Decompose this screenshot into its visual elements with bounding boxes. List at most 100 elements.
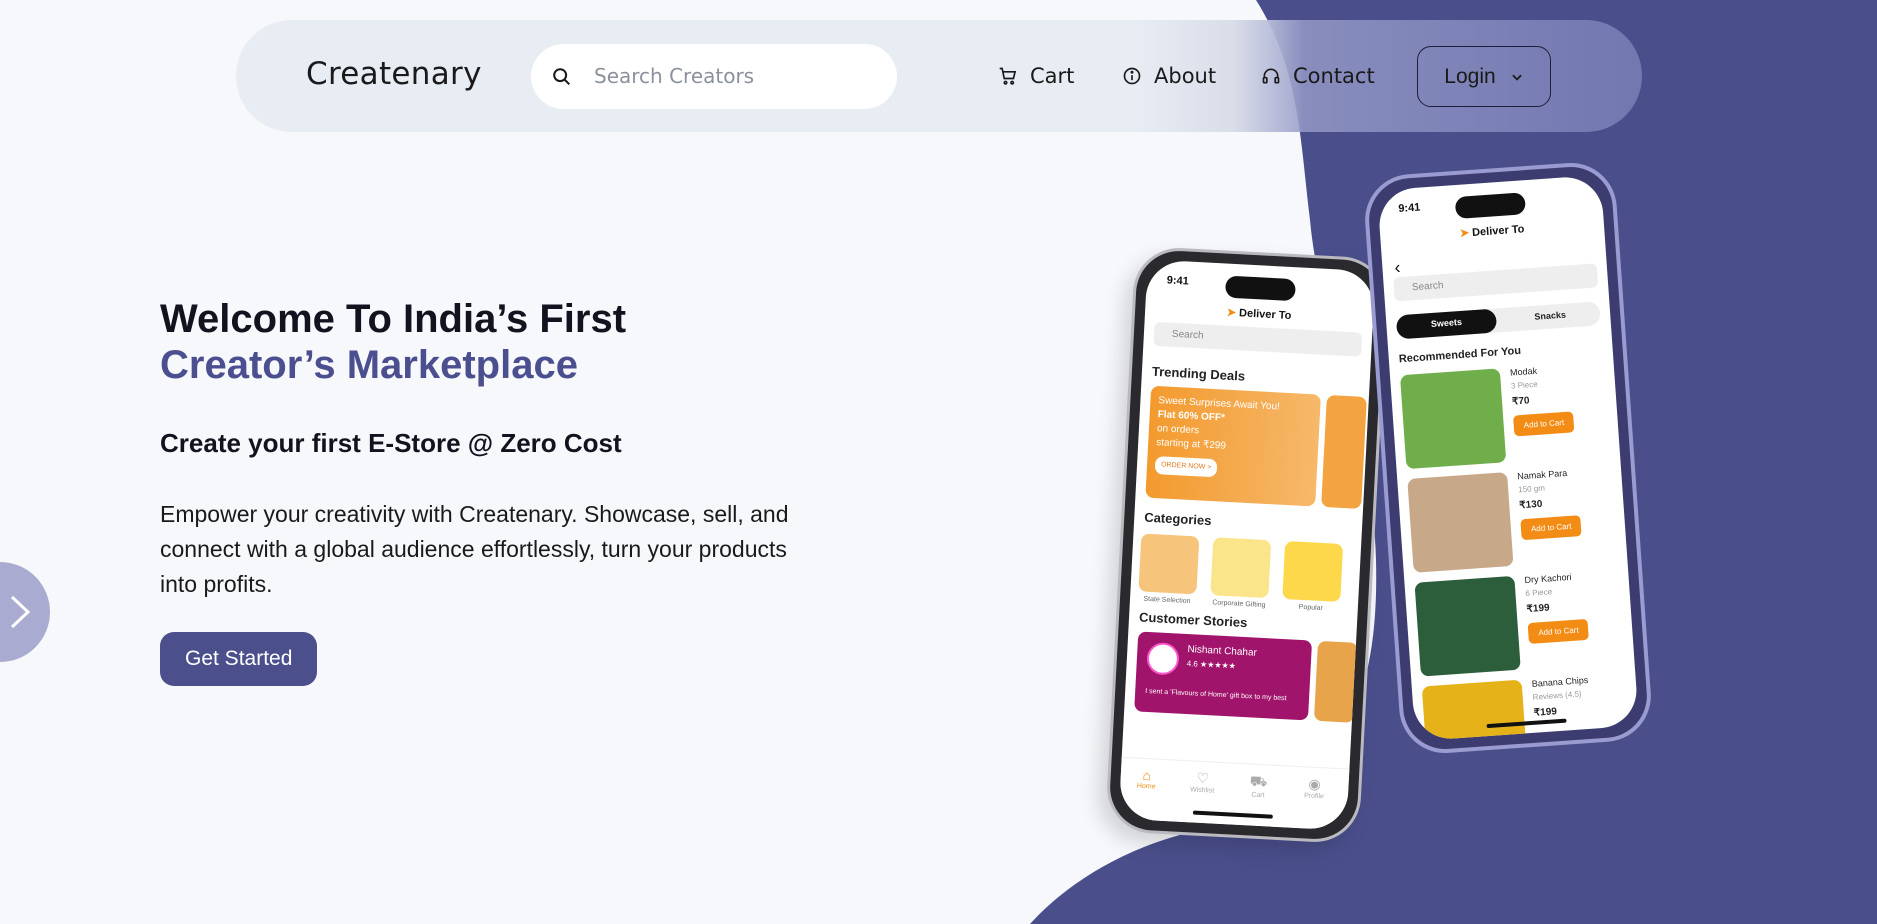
top-navbar: Createnary Cart About Contact Login: [236, 20, 1642, 132]
nav-about-link[interactable]: About: [1122, 60, 1216, 92]
add-to-cart-button: Add to Cart: [1513, 411, 1575, 437]
home-indicator: [1192, 810, 1273, 819]
tab-wishlist-label: Wishlist: [1189, 786, 1215, 795]
recommended-title: Recommended For You: [1398, 344, 1522, 366]
category-image: [1210, 537, 1272, 599]
heart-icon: ♡: [1196, 769, 1210, 787]
login-label: Login: [1444, 64, 1496, 88]
location-arrow-icon: ➤: [1226, 306, 1237, 320]
hero-subtitle: Create your first E-Store @ Zero Cost: [160, 428, 622, 458]
category-image: [1138, 533, 1200, 595]
tab-home: ⌂ Home: [1126, 766, 1167, 791]
category-label: State Selection: [1143, 595, 1191, 606]
hero-section: Welcome To India’s First Creator’s Marke…: [160, 296, 820, 686]
product-info: Banana Chips Reviews (4.5) ₹199: [1531, 675, 1590, 719]
phone-tabbar: ⌂ Home ♡ Wishlist ⛟ Cart ◉ Profile: [1118, 756, 1350, 831]
hero-title: Welcome To India’s First Creator’s Marke…: [160, 296, 820, 388]
categories-title: Categories: [1143, 509, 1212, 529]
phone-search: Search: [1153, 321, 1363, 357]
pill-sweets: Sweets: [1395, 308, 1498, 340]
nav-about-label: About: [1154, 64, 1217, 88]
nav-cart-link[interactable]: Cart: [998, 60, 1074, 92]
chevron-right-icon: [10, 595, 31, 629]
story-card: Nishant Chahar 4.6 ★★★★★ I sent a 'Flavo…: [1134, 631, 1313, 721]
hero-title-line1: Welcome To India’s First: [160, 297, 627, 341]
phone-screen-products: 9:41 ➤ Deliver To ‹ Search Sweets Snacks…: [1377, 174, 1639, 742]
product-info: Dry Kachori 6 Piece ₹199 Add to Cart: [1524, 571, 1590, 644]
product-info: Modak 3 Piece ₹70 Add to Cart: [1509, 363, 1575, 437]
info-icon: [1123, 67, 1141, 85]
location-arrow-icon: ➤: [1459, 227, 1470, 240]
product-sub: 3 Piece: [1510, 379, 1538, 391]
tab-wishlist: ♡ Wishlist: [1182, 769, 1223, 795]
deal-card: Sweet Surprises Await You! Flat 60% OFF*…: [1145, 385, 1321, 507]
brand-logo[interactable]: Createnary: [306, 56, 482, 92]
product-image: [1399, 368, 1507, 470]
tab-profile-label: Profile: [1303, 792, 1325, 801]
deal-card-partial: [1321, 394, 1367, 509]
login-dropdown-button[interactable]: Login: [1417, 46, 1551, 107]
story-card-partial: [1313, 640, 1359, 723]
add-to-cart-button: Add to Cart: [1520, 515, 1583, 541]
chevron-down-icon: [1511, 74, 1522, 81]
category-toggle: Sweets Snacks: [1395, 301, 1601, 340]
product-name: Namak Para: [1516, 467, 1568, 482]
nav-contact-link[interactable]: Contact: [1261, 60, 1375, 92]
back-chevron-icon: ‹: [1393, 257, 1402, 278]
product-price: ₹70: [1511, 395, 1530, 408]
product-image: [1414, 575, 1521, 677]
avatar: [1146, 641, 1180, 676]
tab-cart: ⛟ Cart: [1238, 772, 1279, 800]
order-now-button: ORDER NOW >: [1154, 456, 1218, 478]
hero-description: Empower your creativity with Createnary.…: [160, 501, 789, 597]
cart-icon: [999, 67, 1017, 85]
category-label: Popular: [1298, 603, 1324, 613]
home-icon: ⌂: [1142, 766, 1152, 784]
phone-search: Search: [1393, 263, 1599, 302]
category-label: Corporate Gifting: [1212, 599, 1266, 610]
product-price: ₹199: [1526, 602, 1550, 616]
nav-contact-label: Contact: [1293, 64, 1375, 88]
get-started-button[interactable]: Get Started: [160, 632, 318, 686]
search-input[interactable]: [594, 58, 874, 94]
dynamic-island: [1224, 275, 1296, 302]
tab-profile: ◉ Profile: [1294, 775, 1335, 801]
product-name: Modak: [1509, 365, 1538, 378]
story-text: I sent a 'Flavours of Home' gift box to …: [1145, 687, 1287, 703]
status-time: 9:41: [1166, 274, 1190, 288]
product-sub: 6 Piece: [1525, 587, 1553, 599]
product-image: [1421, 679, 1529, 742]
story-name: Nishant Chahar: [1187, 644, 1258, 659]
pill-snacks: Snacks: [1534, 309, 1567, 322]
product-name: Dry Kachori: [1524, 571, 1572, 586]
product-sub: Reviews (4.5): [1532, 689, 1582, 702]
headset-icon: [1262, 68, 1280, 84]
hero-title-line2: Creator’s Marketplace: [160, 343, 578, 387]
status-time: 9:41: [1397, 201, 1421, 216]
profile-icon: ◉: [1308, 775, 1322, 793]
stories-title: Customer Stories: [1138, 609, 1248, 631]
product-image: [1407, 472, 1514, 573]
product-price: ₹130: [1518, 498, 1543, 512]
product-info: Namak Para 150 gm ₹130 Add to Cart: [1516, 467, 1583, 541]
story-rating: 4.6 ★★★★★: [1186, 659, 1237, 671]
trending-title: Trending Deals: [1151, 363, 1246, 384]
category-image: [1282, 540, 1344, 602]
add-to-cart-button: Add to Cart: [1527, 618, 1590, 644]
cart-icon: ⛟: [1249, 772, 1268, 790]
search-icon: [553, 68, 571, 86]
product-sub: 150 gm: [1517, 483, 1546, 495]
phone-mockup-home: 9:41 ➤ Deliver To Search Trending Deals …: [1104, 245, 1390, 845]
deliver-to-label: Deliver To: [1471, 223, 1525, 239]
phone-mockup-products: 9:41 ➤ Deliver To ‹ Search Sweets Snacks…: [1362, 159, 1654, 757]
deliver-to: ➤ Deliver To: [1380, 217, 1604, 246]
product-price: ₹199: [1533, 706, 1558, 719]
deliver-to-label: Deliver To: [1238, 307, 1292, 323]
phone-screen-home: 9:41 ➤ Deliver To Search Trending Deals …: [1118, 259, 1376, 831]
search-bar[interactable]: [531, 44, 897, 109]
nav-cart-label: Cart: [1030, 64, 1075, 88]
tab-cart-label: Cart: [1251, 791, 1265, 800]
tab-home-label: Home: [1136, 782, 1156, 791]
product-name: Banana Chips: [1531, 674, 1589, 689]
dynamic-island: [1454, 192, 1527, 220]
